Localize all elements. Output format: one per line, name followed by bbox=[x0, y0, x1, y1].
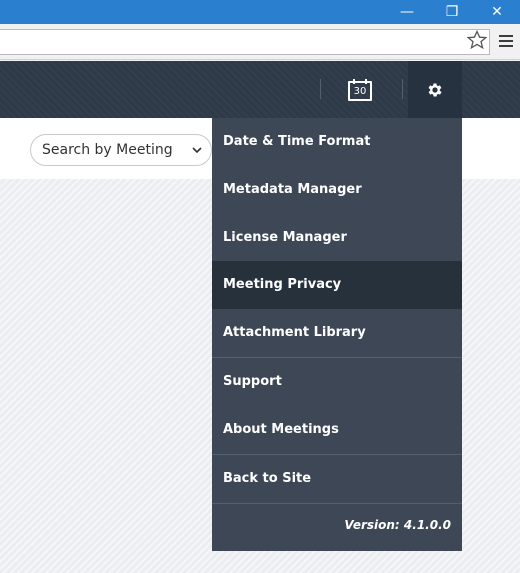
menu-item-support[interactable]: Support bbox=[212, 358, 462, 406]
menu-item-metadata-manager[interactable]: Metadata Manager bbox=[212, 166, 462, 214]
settings-button[interactable] bbox=[408, 61, 462, 118]
chevron-down-icon bbox=[192, 147, 202, 154]
hamburger-menu-icon[interactable] bbox=[499, 35, 513, 47]
restore-button[interactable]: ❐ bbox=[431, 0, 473, 24]
menu-item-back-to-site[interactable]: Back to Site bbox=[212, 455, 462, 503]
calendar-button[interactable]: 30 bbox=[348, 79, 372, 101]
meeting-search-select[interactable]: Search by Meeting bbox=[30, 134, 212, 166]
menu-divider bbox=[212, 503, 462, 504]
menu-item-license-manager[interactable]: License Manager bbox=[212, 214, 462, 262]
window-titlebar: — ❐ ✕ bbox=[0, 0, 520, 24]
header-divider bbox=[320, 79, 321, 99]
star-icon[interactable] bbox=[467, 30, 487, 50]
menu-item-about-meetings[interactable]: About Meetings bbox=[212, 406, 462, 454]
address-bar[interactable] bbox=[0, 29, 490, 55]
version-label: Version: 4.1.0.0 bbox=[344, 518, 451, 532]
menu-item-attachment-library[interactable]: Attachment Library bbox=[212, 309, 462, 357]
search-select-label: Search by Meeting bbox=[42, 142, 173, 158]
browser-toolbar bbox=[0, 24, 520, 60]
settings-dropdown: Date & Time Format Metadata Manager Lice… bbox=[212, 118, 462, 551]
menu-item-date-time-format[interactable]: Date & Time Format bbox=[212, 118, 462, 166]
minimize-button[interactable]: — bbox=[386, 0, 428, 24]
menu-item-meeting-privacy[interactable]: Meeting Privacy bbox=[212, 261, 462, 309]
calendar-day: 30 bbox=[353, 86, 367, 97]
header-divider bbox=[402, 79, 403, 99]
gear-icon bbox=[428, 83, 442, 97]
close-window-button[interactable]: ✕ bbox=[476, 0, 518, 24]
